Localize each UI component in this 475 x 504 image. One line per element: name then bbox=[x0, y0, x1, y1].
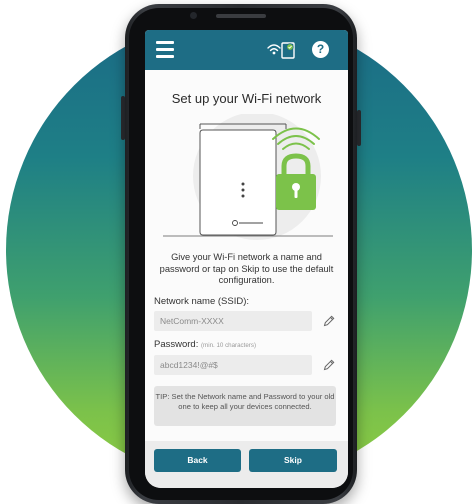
pencil-icon[interactable] bbox=[322, 314, 336, 328]
router-lock-illustration bbox=[163, 114, 333, 240]
skip-button[interactable]: Skip bbox=[249, 449, 337, 472]
password-hint: (min. 10 characters) bbox=[201, 342, 257, 349]
phone-power-button bbox=[357, 110, 361, 146]
ssid-label: Network name (SSID): bbox=[154, 296, 249, 307]
password-input[interactable]: abcd1234!@#$ bbox=[154, 355, 312, 375]
app-screen: ? Set up your Wi-Fi network Give your Wi… bbox=[145, 30, 348, 488]
ssid-input[interactable]: NetComm-XXXX bbox=[154, 311, 312, 331]
password-label: Password: (min. 10 characters) bbox=[154, 339, 256, 350]
tip-box: TIP: Set the Network name and Password t… bbox=[154, 386, 336, 426]
wifi-device-status-icon bbox=[267, 42, 295, 59]
phone-speaker bbox=[216, 14, 266, 18]
help-button[interactable]: ? bbox=[312, 41, 329, 58]
ssid-label-text: Network name (SSID): bbox=[154, 296, 250, 307]
instructions-text: Give your Wi-Fi network a name and passw… bbox=[159, 252, 334, 285]
phone-camera bbox=[190, 12, 197, 19]
back-button[interactable]: Back bbox=[154, 449, 241, 472]
top-bar: ? bbox=[145, 30, 348, 70]
pencil-icon[interactable] bbox=[322, 358, 336, 372]
menu-icon[interactable] bbox=[156, 41, 174, 58]
page-title: Set up your Wi-Fi network bbox=[171, 91, 322, 106]
password-label-text: Password: bbox=[154, 339, 199, 350]
